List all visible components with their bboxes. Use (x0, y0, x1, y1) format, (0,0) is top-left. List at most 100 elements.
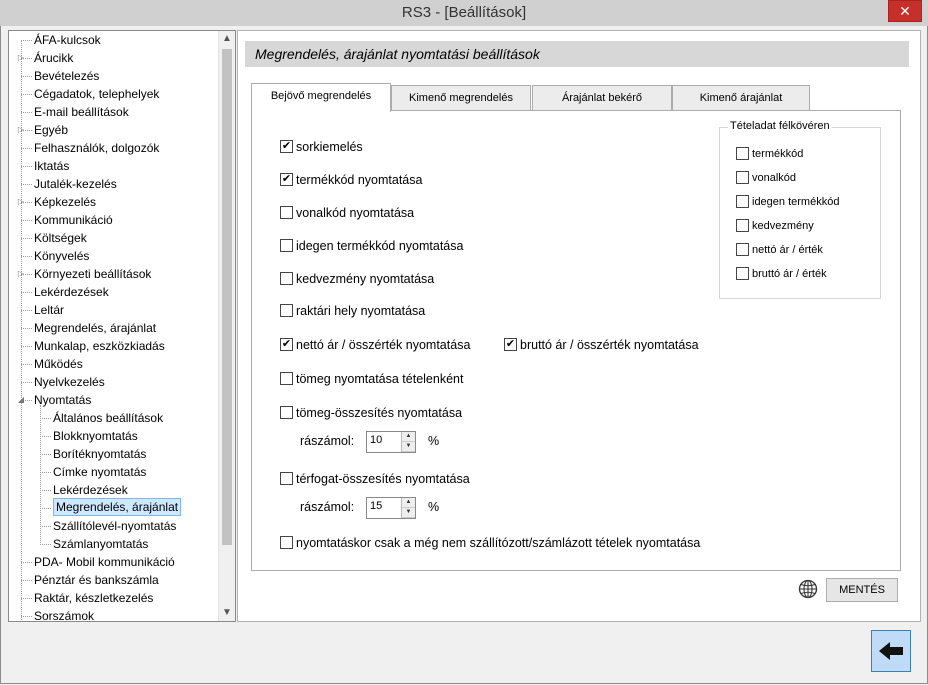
save-button[interactable]: MENTÉS (826, 578, 898, 602)
checkbox-warehouse-place[interactable] (280, 304, 293, 317)
tree-item[interactable]: Szállítólevél-nyomtatás (9, 517, 219, 535)
tree-item[interactable]: ▷ Környezeti beállítások (9, 265, 219, 283)
checkbox-bold-barcode[interactable] (736, 171, 749, 184)
tree-item[interactable]: Megrendelés, árajánlat (9, 319, 219, 337)
checkbox-gross-price[interactable]: ✔ (504, 338, 517, 351)
tree-connector (40, 508, 51, 509)
bold-fields-group: Tételadat félkövéren termékkód vonalkód … (719, 120, 881, 299)
tree-item[interactable]: ÁFA-kulcsok (9, 31, 219, 49)
checkbox-foreign-code[interactable] (280, 239, 293, 252)
tree-item[interactable]: Általános beállítások (9, 409, 219, 427)
checkbox-volume-total[interactable] (280, 472, 293, 485)
globe-icon[interactable] (798, 579, 818, 599)
tree-item[interactable]: Lekérdezések (9, 283, 219, 301)
tree-item[interactable]: Sorszámok (9, 607, 219, 621)
tree-item[interactable]: Pénztár és bankszámla (9, 571, 219, 589)
spinner-buttons[interactable]: ▲ ▼ (401, 432, 415, 452)
tree-scrollbar[interactable]: ▲ ▼ (218, 31, 235, 621)
window-title: RS3 - [Beállítások] (401, 4, 527, 21)
arrow-left-icon (879, 642, 903, 660)
tab-content: ✔ sorkiemelés ✔ termékkód nyomtatása von… (251, 110, 901, 571)
scroll-thumb[interactable] (222, 49, 232, 545)
tree-item[interactable]: Bevételezés (9, 67, 219, 85)
checkbox-product-code[interactable]: ✔ (280, 173, 293, 186)
tab-outgoing-order[interactable]: Kimenő megrendelés (391, 85, 531, 110)
settings-tree[interactable]: ÁFA-kulcsok ▷ Árucikk Bevételezés Cégadatok,… (8, 30, 236, 622)
tree-item[interactable]: Blokknyomtatás (9, 427, 219, 445)
tree-item[interactable]: PDA- Mobil kommunikáció (9, 553, 219, 571)
tree-connector (40, 490, 51, 491)
checkbox-highlight[interactable]: ✔ (280, 140, 293, 153)
tree-item[interactable]: ▷ Képkezelés (9, 193, 219, 211)
tree-item[interactable]: Könyvelés (9, 247, 219, 265)
title-bar: RS3 - [Beállítások] ✕ (0, 0, 928, 27)
tab-quote-request[interactable]: Árajánlat bekérő (532, 85, 672, 110)
tree-item[interactable]: ▷ Árucikk (9, 49, 219, 67)
tree-item[interactable]: Iktatás (9, 157, 219, 175)
spin-down-icon[interactable]: ▼ (402, 442, 415, 452)
tree-connector (21, 292, 32, 293)
checkbox-bold-net[interactable] (736, 243, 749, 256)
back-button[interactable] (871, 630, 911, 672)
checkbox-bold-gross[interactable] (736, 267, 749, 280)
checkbox-bold-product-code[interactable] (736, 147, 749, 160)
tree-item[interactable]: Címke nyomtatás (9, 463, 219, 481)
tree-item[interactable]: Lekérdezések (9, 481, 219, 499)
spin-up-icon[interactable]: ▲ (402, 498, 415, 508)
scroll-up-icon[interactable]: ▲ (219, 31, 235, 47)
checkbox-discount[interactable] (280, 272, 293, 285)
tree-connector (21, 40, 32, 41)
checkbox-bold-foreign-code[interactable] (736, 195, 749, 208)
tree-item[interactable]: Jutalék-kezelés (9, 175, 219, 193)
tree-item[interactable]: Megrendelés, árajánlat (9, 498, 219, 517)
checkbox-barcode[interactable] (280, 206, 293, 219)
checkbox-bold-discount[interactable] (736, 219, 749, 232)
weight-surcharge-unit: % (428, 434, 440, 448)
tree-item[interactable]: Számlanyomtatás (9, 535, 219, 553)
spinner-buttons[interactable]: ▲ ▼ (401, 498, 415, 518)
checkbox-net-price[interactable]: ✔ (280, 338, 293, 351)
tree-item-label: Cégadatok, telephelyek (34, 87, 160, 101)
tree-item-label: Egyéb (34, 123, 69, 137)
tree-connector (40, 472, 51, 473)
tree-item-label: E-mail beállítások (34, 105, 129, 119)
tree-item[interactable]: Raktár, készletkezelés (9, 589, 219, 607)
spin-up-icon[interactable]: ▲ (402, 432, 415, 442)
tree-connector (40, 526, 51, 527)
checkbox-unshipped-only[interactable] (280, 536, 293, 549)
tree-item-label: Nyomtatás (34, 393, 92, 407)
expand-icon[interactable]: ▷ (16, 121, 26, 139)
expand-icon[interactable]: ▷ (16, 265, 26, 283)
volume-surcharge-value[interactable]: 15 (370, 500, 382, 512)
tree-item-label: Számlanyomtatás (53, 537, 149, 551)
spin-down-icon[interactable]: ▼ (402, 508, 415, 518)
tree-item[interactable]: Kommunikáció (9, 211, 219, 229)
close-button[interactable]: ✕ (888, 0, 922, 22)
settings-pane: Megrendelés, árajánlat nyomtatási beállí… (237, 30, 921, 622)
weight-surcharge-value[interactable]: 10 (370, 434, 382, 446)
tree-item-label: Képkezelés (34, 195, 97, 209)
tree-item[interactable]: Cégadatok, telephelyek (9, 85, 219, 103)
checkbox-weight-per-item[interactable] (280, 372, 293, 385)
expand-icon[interactable]: ▷ (16, 49, 26, 67)
tree-item[interactable]: Leltár (9, 301, 219, 319)
expand-icon[interactable]: ▷ (16, 193, 26, 211)
collapse-icon[interactable]: ◢ (16, 391, 26, 409)
checkbox-weight-total[interactable] (280, 406, 293, 419)
scroll-down-icon[interactable]: ▼ (219, 605, 235, 621)
tree-item-label: Bevételezés (34, 69, 100, 83)
tree-item[interactable]: Munkalap, eszközkiadás (9, 337, 219, 355)
weight-surcharge-spinner[interactable]: 10 ▲ ▼ (366, 431, 416, 453)
tree-connector (21, 598, 32, 599)
tree-item[interactable]: Borítéknyomtatás (9, 445, 219, 463)
tab-incoming-order[interactable]: Bejövő megrendelés (251, 83, 391, 112)
tree-item[interactable]: ◢ Nyomtatás (9, 391, 219, 409)
tree-item[interactable]: Felhasználók, dolgozók (9, 139, 219, 157)
tab-outgoing-quote[interactable]: Kimenő árajánlat (672, 85, 810, 110)
tree-item[interactable]: Nyelvkezelés (9, 373, 219, 391)
tree-item[interactable]: Költségek (9, 229, 219, 247)
volume-surcharge-spinner[interactable]: 15 ▲ ▼ (366, 497, 416, 519)
tree-item[interactable]: Működés (9, 355, 219, 373)
tree-item[interactable]: E-mail beállítások (9, 103, 219, 121)
tree-item[interactable]: ▷ Egyéb (9, 121, 219, 139)
